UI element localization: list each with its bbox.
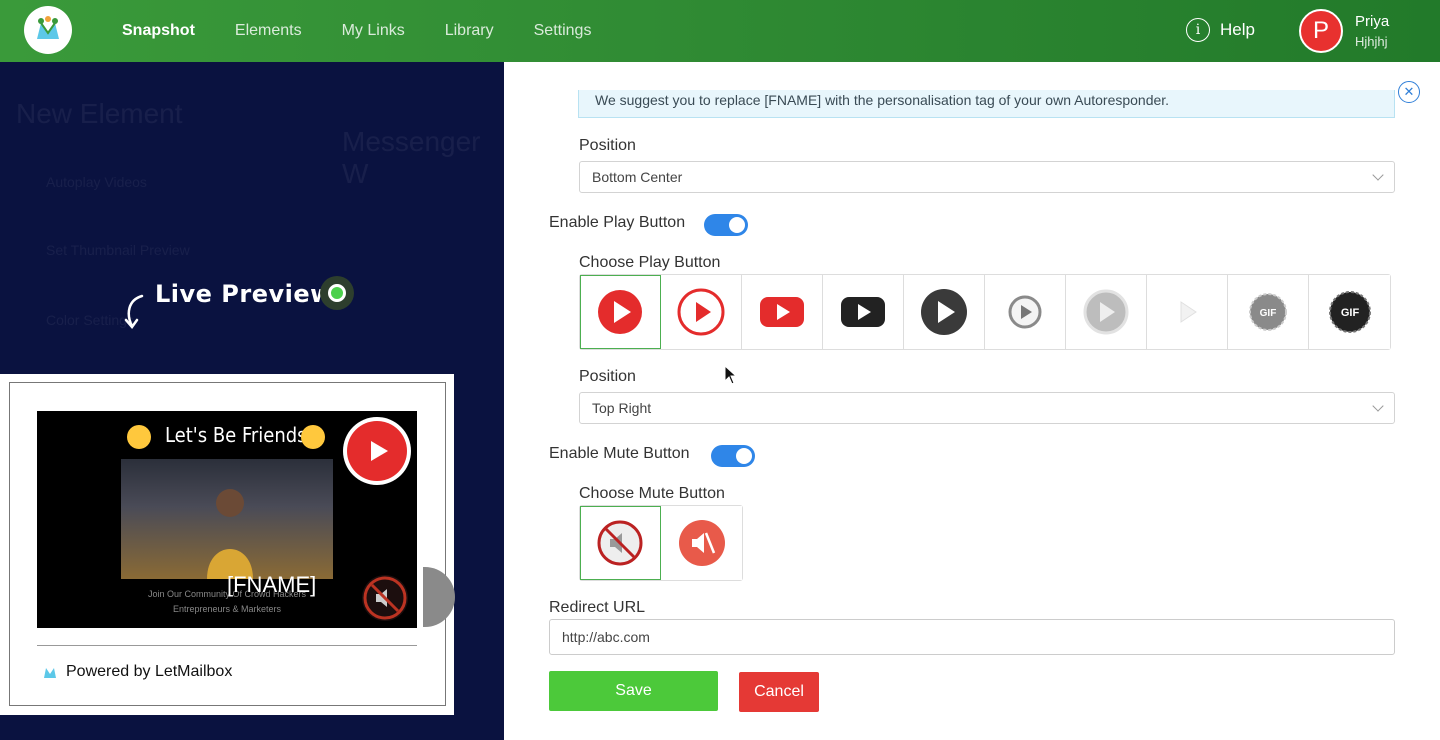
play-icon bbox=[371, 441, 388, 461]
user-subtitle: Hjhjhj bbox=[1355, 34, 1388, 49]
video-title: Let's Be Friends! bbox=[165, 423, 314, 447]
backdrop-row-1: Autoplay Videos bbox=[46, 174, 147, 190]
youtube-red-play-icon bbox=[760, 297, 804, 327]
backdrop-subtitle: Messenger W bbox=[342, 126, 481, 189]
position-label-1: Position bbox=[579, 137, 636, 154]
user-avatar[interactable]: P bbox=[1299, 9, 1343, 53]
mute-red-icon bbox=[678, 520, 725, 566]
position-select-1[interactable]: Bottom Center bbox=[579, 161, 1395, 193]
live-indicator bbox=[320, 276, 354, 310]
position-label-2: Position bbox=[579, 368, 636, 385]
choose-mute-label: Choose Mute Button bbox=[579, 485, 725, 502]
video-mute-button[interactable] bbox=[362, 575, 408, 621]
curved-arrow-icon bbox=[124, 294, 144, 330]
gif-label: GIF bbox=[1340, 307, 1359, 319]
settings-panel: We suggest you to replace [FNAME] with t… bbox=[504, 62, 1440, 740]
close-icon[interactable]: ✕ bbox=[1398, 81, 1420, 103]
fname-alert: We suggest you to replace [FNAME] with t… bbox=[578, 90, 1395, 118]
play-option-grey-gif[interactable]: GIF bbox=[1228, 275, 1309, 349]
nav-my-links[interactable]: My Links bbox=[342, 22, 405, 40]
backdrop-title: New Element bbox=[16, 98, 183, 129]
play-button-options: GIF GIF bbox=[579, 274, 1391, 350]
powered-by-text: Powered by LetMailbox bbox=[66, 663, 233, 680]
position-select-2-value: Top Right bbox=[592, 400, 652, 416]
nav-snapshot[interactable]: Snapshot bbox=[122, 22, 195, 40]
enable-mute-toggle[interactable] bbox=[711, 445, 755, 467]
grey-gif-icon: GIF bbox=[1249, 293, 1287, 331]
mute-option-red[interactable] bbox=[661, 506, 742, 580]
main-nav: Snapshot Elements My Links Library Setti… bbox=[122, 0, 591, 62]
play-option-youtube-black[interactable] bbox=[823, 275, 904, 349]
video-side-handle bbox=[423, 567, 455, 627]
hugging-emoji-icon bbox=[301, 425, 325, 449]
live-preview-label: Live Preview bbox=[155, 280, 333, 308]
letmailbox-logo-icon bbox=[44, 668, 56, 678]
help-link[interactable]: i Help bbox=[1186, 18, 1255, 42]
info-icon: i bbox=[1186, 18, 1210, 42]
fname-overlay: [FNAME] bbox=[227, 572, 317, 597]
red-circle-play-icon bbox=[598, 290, 642, 334]
play-option-dark-circle[interactable] bbox=[904, 275, 985, 349]
chevron-down-icon bbox=[1372, 169, 1384, 181]
save-button[interactable]: Save bbox=[549, 671, 718, 711]
mute-option-strike[interactable] bbox=[580, 506, 661, 580]
nav-settings[interactable]: Settings bbox=[534, 22, 592, 40]
user-name[interactable]: Priya bbox=[1355, 13, 1389, 30]
enable-play-toggle[interactable] bbox=[704, 214, 748, 236]
top-nav-bar: Snapshot Elements My Links Library Setti… bbox=[0, 0, 1440, 62]
help-label: Help bbox=[1220, 20, 1255, 39]
gif-label: GIF bbox=[1260, 308, 1277, 319]
redirect-url-label: Redirect URL bbox=[549, 599, 646, 616]
youtube-black-play-icon bbox=[841, 297, 885, 327]
play-option-red-outline[interactable] bbox=[661, 275, 742, 349]
position-select-1-value: Bottom Center bbox=[592, 169, 683, 185]
video-frame-image bbox=[121, 459, 333, 579]
chevron-down-icon bbox=[1372, 400, 1384, 412]
powered-by[interactable]: Powered by LetMailbox bbox=[42, 663, 232, 681]
mouse-cursor-icon bbox=[724, 365, 738, 385]
hugging-emoji-icon bbox=[127, 425, 151, 449]
app-logo[interactable] bbox=[24, 6, 72, 54]
mute-icon bbox=[363, 576, 407, 620]
video-play-button[interactable] bbox=[343, 417, 411, 485]
video-caption-line-2: Entrepreneurs & Marketers bbox=[172, 604, 282, 614]
play-option-grey-ring[interactable] bbox=[985, 275, 1066, 349]
cancel-button[interactable]: Cancel bbox=[739, 672, 819, 712]
enable-play-label: Enable Play Button bbox=[549, 214, 686, 231]
live-preview-card: Let's Be Friends! Join Our Community Of … bbox=[0, 374, 455, 715]
red-outline-play-icon bbox=[677, 288, 725, 336]
play-option-black-gif[interactable]: GIF bbox=[1309, 275, 1390, 349]
preview-frame: Let's Be Friends! Join Our Community Of … bbox=[9, 382, 455, 706]
mute-strike-icon bbox=[597, 520, 643, 566]
dark-circle-play-icon bbox=[921, 289, 967, 335]
backdrop-row-2: Set Thumbnail Preview bbox=[46, 242, 190, 258]
nav-elements[interactable]: Elements bbox=[235, 22, 302, 40]
play-option-white-faint[interactable] bbox=[1147, 275, 1228, 349]
white-faint-play-icon bbox=[1180, 301, 1197, 323]
play-option-red-circle[interactable] bbox=[580, 275, 661, 349]
card-divider bbox=[37, 645, 417, 646]
redirect-url-input[interactable]: http://abc.com bbox=[549, 619, 1395, 655]
play-option-light-grey[interactable] bbox=[1066, 275, 1147, 349]
nav-library[interactable]: Library bbox=[445, 22, 494, 40]
black-gif-icon: GIF bbox=[1328, 291, 1371, 333]
choose-play-label: Choose Play Button bbox=[579, 254, 721, 271]
enable-mute-label: Enable Mute Button bbox=[549, 445, 690, 462]
video-preview[interactable]: Let's Be Friends! Join Our Community Of … bbox=[37, 411, 417, 628]
play-option-youtube-red[interactable] bbox=[742, 275, 823, 349]
grey-ring-play-icon bbox=[1008, 295, 1042, 329]
person-figure-icon bbox=[207, 489, 253, 579]
position-select-2[interactable]: Top Right bbox=[579, 392, 1395, 424]
mute-button-options bbox=[579, 505, 743, 581]
light-grey-play-icon bbox=[1083, 289, 1129, 335]
